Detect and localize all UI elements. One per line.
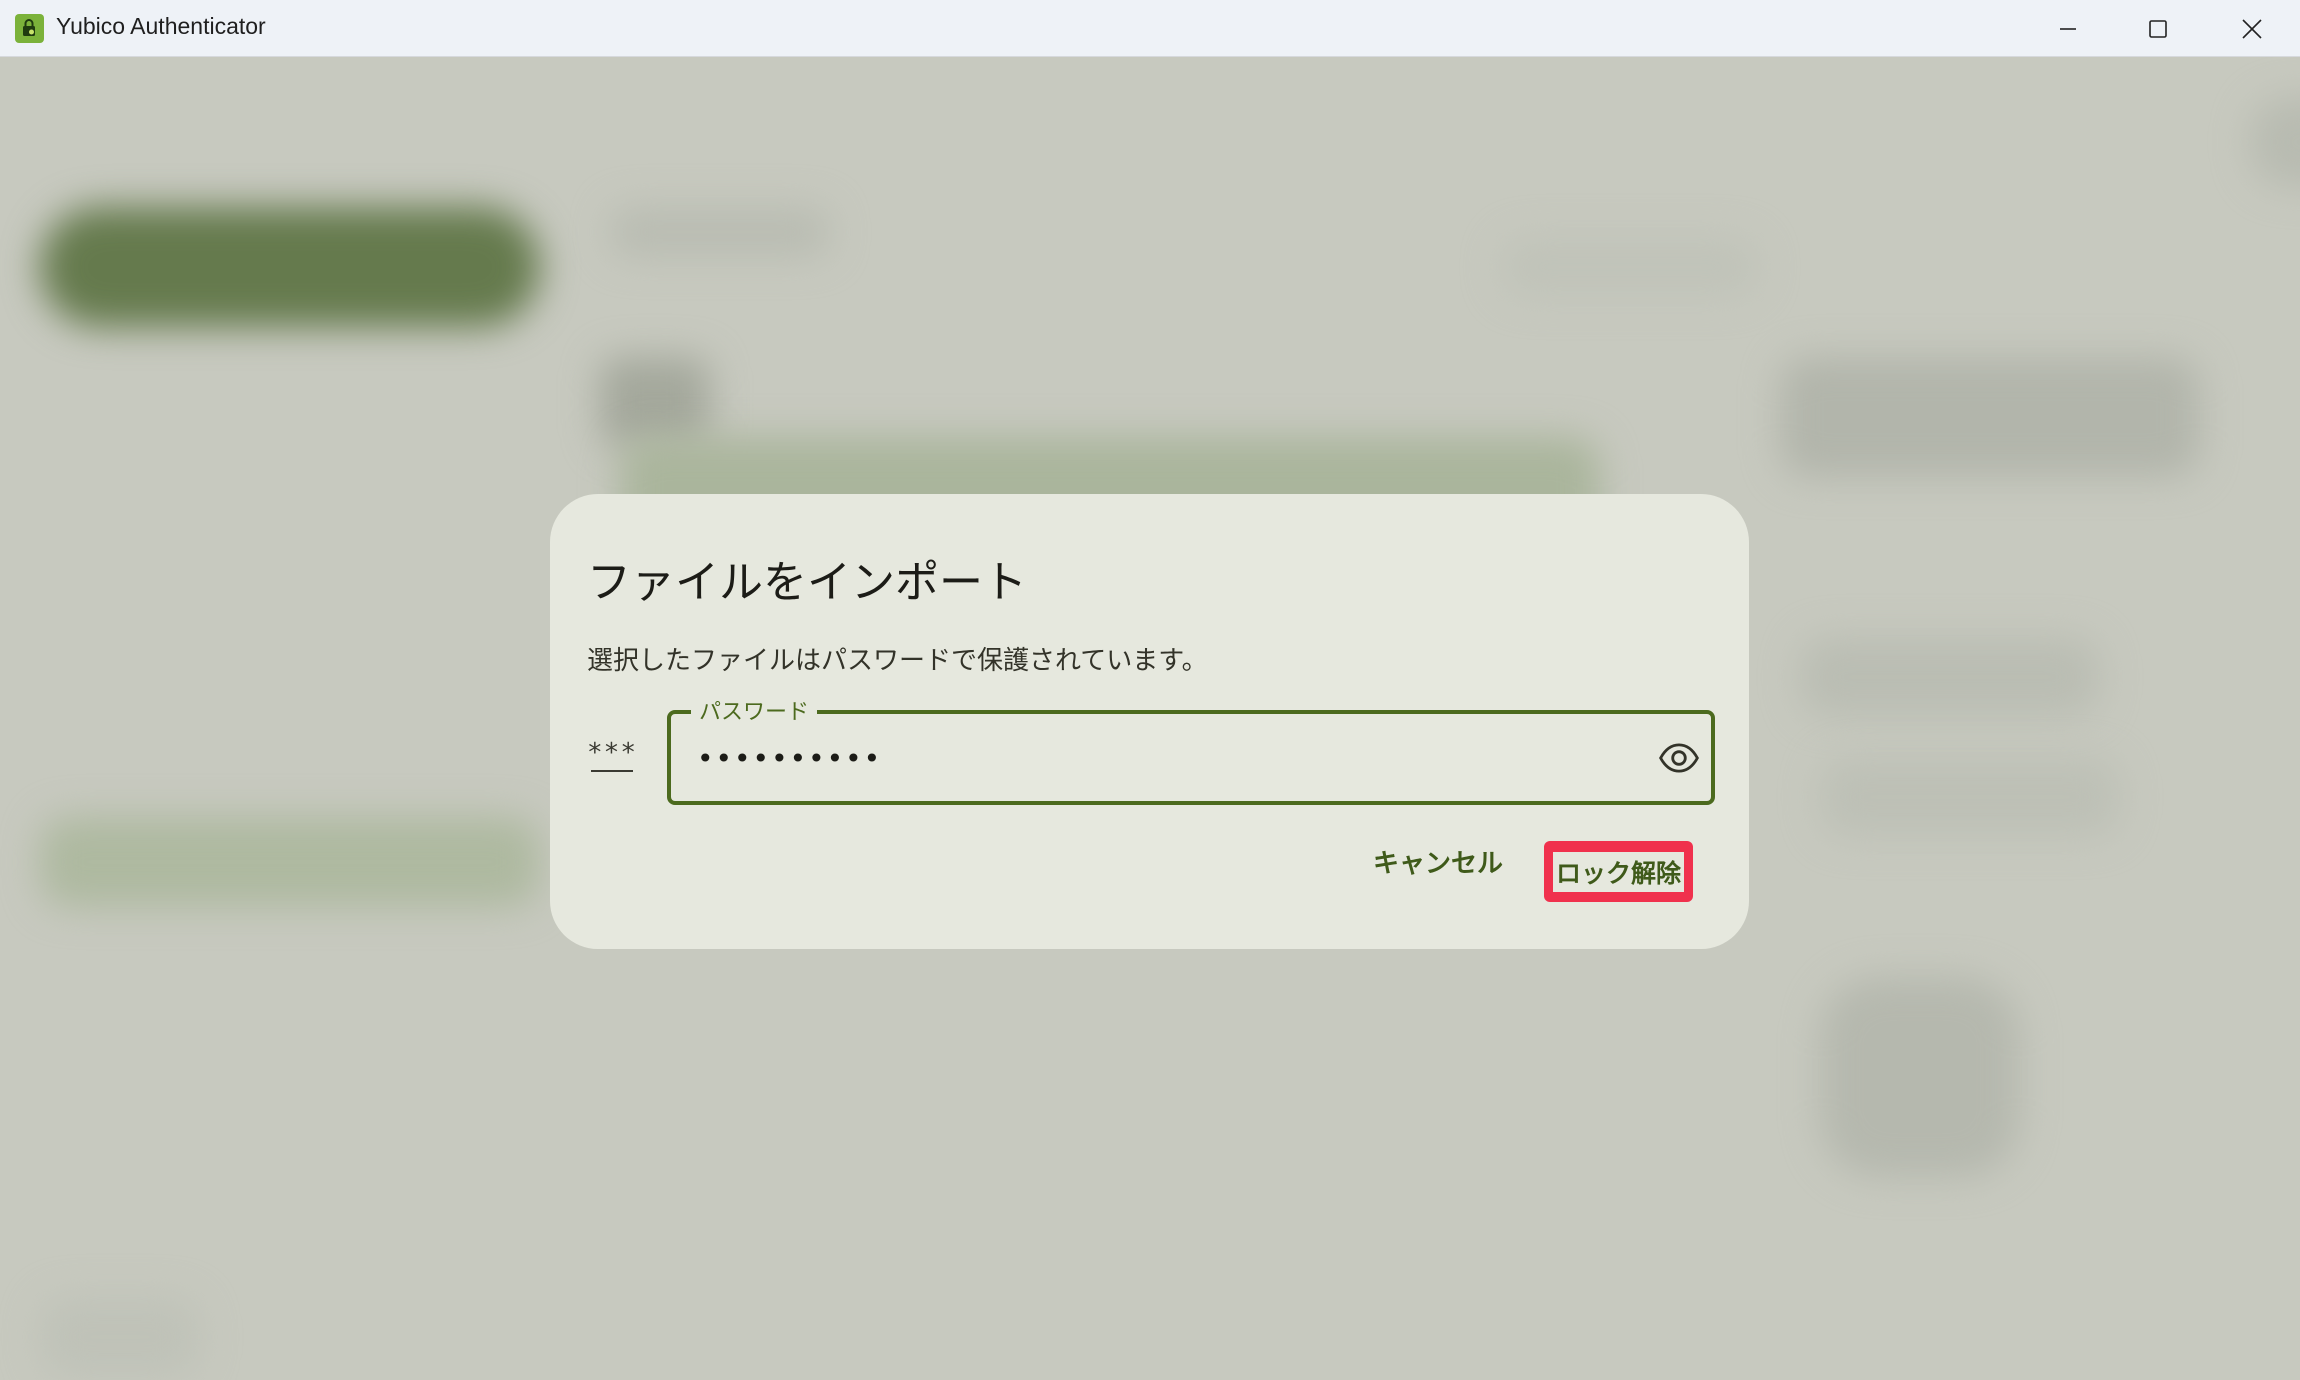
minimize-icon (2060, 27, 2076, 30)
window-titlebar: Yubico Authenticator (0, 0, 2300, 57)
dialog-title: ファイルをインポート (587, 557, 1027, 608)
password-input[interactable] (697, 738, 1597, 778)
yubico-app-icon (15, 14, 44, 43)
eye-icon (1659, 743, 1699, 773)
cancel-button[interactable]: キャンセル (1368, 839, 1508, 889)
import-file-dialog: ファイルをインポート 選択したファイルはパスワードで保護されています。 *** … (550, 494, 1749, 949)
blurred-search (1500, 237, 1760, 297)
maximize-icon (2149, 19, 2167, 38)
close-button[interactable] (2207, 0, 2297, 57)
password-icon-glyph: *** (587, 738, 637, 768)
unlock-button-label: ロック解除 (1552, 851, 1684, 892)
blurred-side-item (1800, 637, 2100, 717)
maximize-button[interactable] (2113, 0, 2203, 57)
minimize-button[interactable] (2023, 0, 2113, 57)
close-icon (2242, 18, 2262, 39)
blurred-side-item (1820, 977, 2020, 1177)
password-icon: *** (587, 738, 637, 772)
blurred-side-item (1820, 757, 2120, 837)
blurred-nav-item (40, 817, 540, 907)
blurred-text (610, 207, 830, 257)
unlock-button[interactable]: ロック解除 (1544, 841, 1693, 902)
lock-icon (23, 19, 35, 36)
blurred-header-bar (40, 207, 540, 327)
blurred-footer (40, 1297, 200, 1377)
dialog-message: 選択したファイルはパスワードで保護されています。 (587, 646, 1208, 676)
blurred-corner (2250, 97, 2300, 187)
show-password-button[interactable] (1655, 734, 1703, 782)
password-icon-underline (591, 770, 633, 772)
password-field-label: パスワード (691, 694, 818, 726)
window-title: Yubico Authenticator (56, 13, 266, 39)
blurred-avatar (600, 357, 710, 447)
password-field[interactable]: パスワード (667, 694, 1715, 805)
blurred-side-panel (1780, 357, 2200, 477)
